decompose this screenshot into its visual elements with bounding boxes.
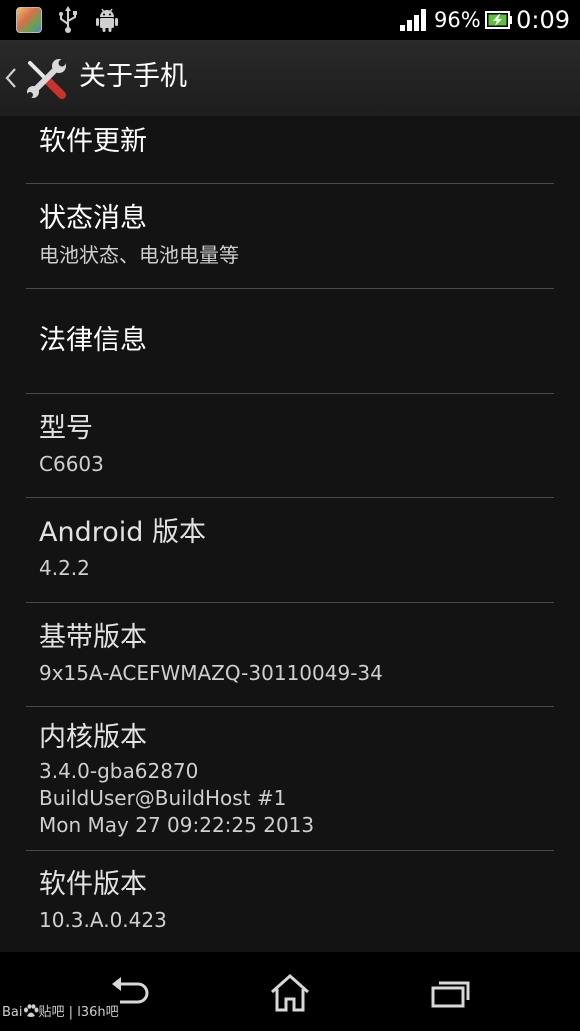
watermark-brand-right: 贴吧	[38, 1005, 65, 1020]
list-item-software-version: 软件版本 10.3.A.0.423	[26, 851, 554, 952]
list-item-status[interactable]: 状态消息 电池状态、电池电量等	[26, 184, 554, 289]
item-subtitle: 9x15A-ACEFWMAZQ-30110049-34	[39, 661, 383, 685]
recent-apps-icon	[431, 981, 470, 1008]
battery-charging-icon	[485, 11, 512, 29]
tools-icon	[27, 59, 66, 99]
home-button[interactable]	[250, 968, 330, 1018]
watermark: Bai 贴吧 | l36h吧	[2, 1003, 119, 1023]
list-item-software-update[interactable]: 软件更新	[26, 116, 554, 184]
item-subtitle: 10.3.A.0.423	[39, 908, 167, 932]
list-item-android-version[interactable]: Android 版本 4.2.2	[26, 498, 554, 603]
item-title: Android 版本	[39, 517, 206, 548]
item-title: 型号	[39, 413, 93, 444]
list-item-model: 型号 C6603	[26, 394, 554, 498]
android-debug-icon	[96, 8, 118, 32]
usb-icon	[59, 6, 77, 33]
item-title: 软件版本	[39, 869, 147, 900]
app-notification-icon	[16, 7, 42, 33]
list-item-baseband-version: 基带版本 9x15A-ACEFWMAZQ-30110049-34	[26, 603, 554, 707]
status-bar: 96% 0:09	[0, 0, 580, 40]
chevron-left-icon	[5, 68, 16, 88]
item-subtitle: 电池状态、电池电量等	[39, 243, 239, 267]
recent-apps-button[interactable]	[410, 968, 490, 1018]
item-title: 软件更新	[39, 126, 147, 157]
action-bar: 关于手机	[0, 40, 580, 117]
list-item-legal[interactable]: 法律信息	[26, 289, 554, 394]
watermark-separator: |	[68, 1005, 74, 1020]
settings-list[interactable]: 软件更新 状态消息 电池状态、电池电量等 法律信息 型号 C6603 Andro…	[0, 116, 580, 952]
home-icon	[271, 973, 309, 1012]
list-item-kernel-version: 内核版本 3.4.0-gba62870 BuildUser@BuildHost …	[26, 707, 554, 851]
battery-percentage: 96%	[434, 8, 481, 32]
item-subtitle: 3.4.0-gba62870 BuildUser@BuildHost #1 Mo…	[39, 759, 315, 837]
item-title: 内核版本	[39, 722, 147, 753]
item-title: 状态消息	[39, 203, 147, 234]
page-title: 关于手机	[79, 61, 187, 92]
watermark-site: l36h吧	[77, 1005, 119, 1020]
signal-icon	[400, 9, 426, 31]
baidu-paw-icon	[23, 1004, 38, 1017]
watermark-brand-left: Bai	[2, 1005, 23, 1020]
item-title: 法律信息	[39, 325, 147, 356]
up-navigation-button[interactable]: 关于手机	[0, 40, 200, 116]
item-subtitle: C6603	[39, 452, 104, 476]
clock: 0:09	[516, 6, 570, 34]
item-subtitle: 4.2.2	[39, 556, 90, 580]
item-title: 基带版本	[39, 622, 147, 653]
